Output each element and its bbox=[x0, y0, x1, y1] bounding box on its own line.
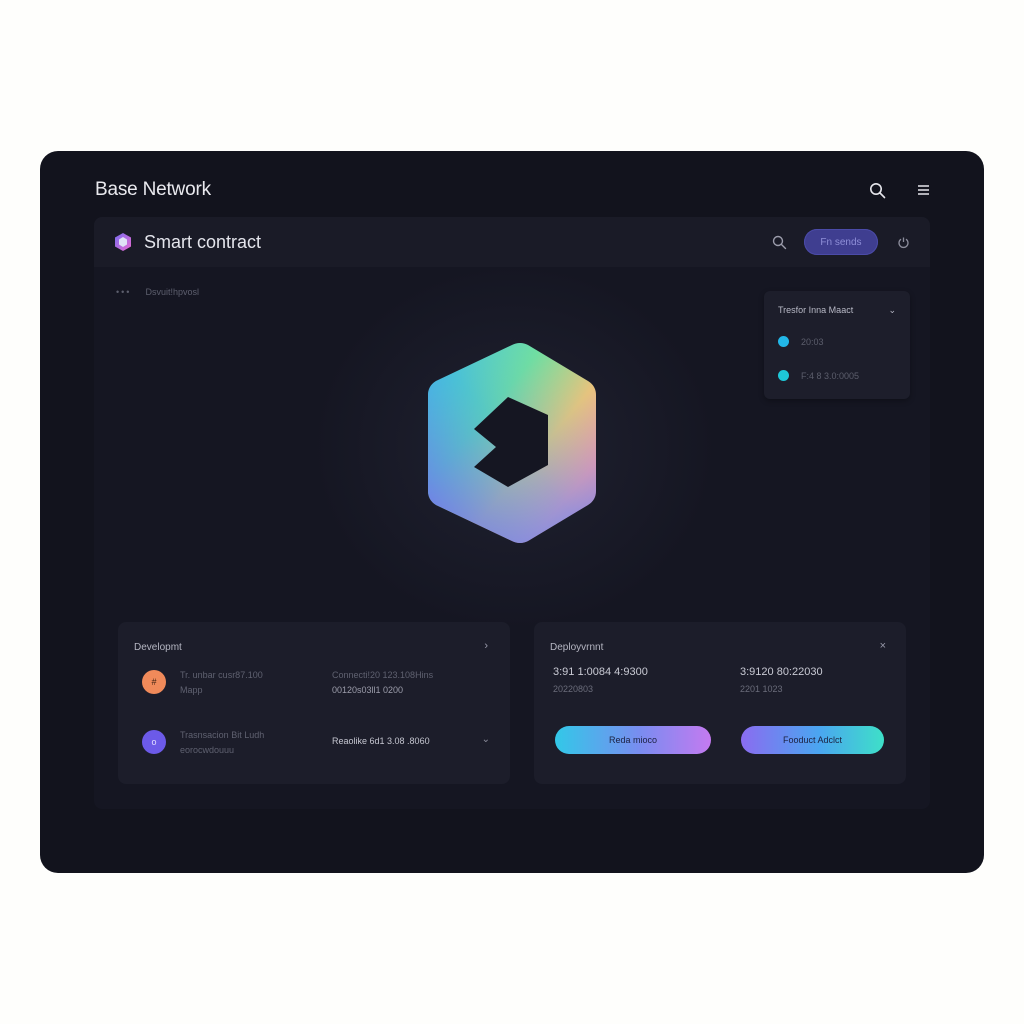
value-sub: 2201 1023 bbox=[740, 684, 783, 694]
search-icon[interactable] bbox=[866, 179, 888, 201]
deployment-value: 3:91 1:0084 4:9300 20220803 bbox=[553, 664, 648, 698]
list-item[interactable]: # Tr. unbar cusr87.100 Mapp Connecti!20 … bbox=[142, 664, 490, 704]
row-label: Tr. unbar cusr87.100 Mapp bbox=[180, 668, 263, 698]
status-dot bbox=[778, 370, 789, 381]
row-line: Tr. unbar cusr87.100 bbox=[180, 670, 263, 680]
chevron-right-icon[interactable]: › bbox=[484, 640, 488, 652]
network-card-title: Tresfor Inna Maact bbox=[778, 305, 854, 315]
card-title: Developmt bbox=[134, 642, 182, 653]
cube-logo-icon bbox=[115, 233, 131, 251]
breadcrumb-dots: ••• bbox=[116, 287, 132, 297]
row-line: Connecti!20 123.108Hins bbox=[332, 670, 434, 680]
main-panel: Smart contract Fn sends ••• Dsvuit!hpvos… bbox=[94, 217, 930, 809]
app-title: Base Network bbox=[95, 179, 211, 200]
panel-title: Smart contract bbox=[144, 231, 262, 252]
header-search-icon[interactable] bbox=[768, 231, 790, 253]
read-button[interactable]: Reda mioco bbox=[555, 726, 711, 754]
chevron-down-icon[interactable]: ⌄ bbox=[888, 305, 896, 316]
row-line: Trasnsacion Bit Ludh bbox=[180, 730, 265, 740]
row-line: 00120s03ll1 0200 bbox=[332, 685, 404, 695]
value-main: 3:91 1:0084 4:9300 bbox=[553, 666, 648, 678]
avatar: o bbox=[142, 730, 166, 754]
app-window: Base Network Smart contract Fn sends •••… bbox=[40, 151, 984, 873]
row-value: Connecti!20 123.108Hins 00120s03ll1 0200 bbox=[332, 668, 433, 698]
status-dot bbox=[778, 336, 789, 347]
network-item-label: F:4 8 3.0:0005 bbox=[801, 370, 860, 381]
hexagon-logo-icon bbox=[428, 343, 596, 543]
close-icon[interactable]: × bbox=[880, 640, 886, 652]
breadcrumb-label[interactable]: Dsvuit!hpvosl bbox=[145, 287, 199, 297]
row-value: Reaolike 6d1 3.08 .8060 bbox=[332, 734, 430, 749]
value-main: 3:9120 80:22030 bbox=[740, 666, 823, 678]
list-item[interactable]: o Trasnsacion Bit Ludh eorocwdouuu Reaol… bbox=[142, 724, 490, 764]
chevron-down-icon[interactable]: ⌄ bbox=[482, 734, 490, 745]
deployment-value: 3:9120 80:22030 2201 1023 bbox=[740, 664, 823, 698]
development-card: Developmt › # Tr. unbar cusr87.100 Mapp … bbox=[118, 622, 510, 784]
row-line: Reaolike 6d1 3.08 .8060 bbox=[332, 736, 430, 746]
row-line: Mapp bbox=[180, 685, 203, 695]
network-item[interactable]: 20:03 bbox=[778, 336, 824, 347]
row-line: eorocwdouuu bbox=[180, 745, 235, 755]
top-toolbar bbox=[866, 179, 934, 201]
network-item[interactable]: F:4 8 3.0:0005 bbox=[778, 370, 859, 381]
power-icon[interactable] bbox=[892, 231, 914, 253]
product-add-button[interactable]: Fooduct Adclct bbox=[741, 726, 884, 754]
card-title: Deployvrnnt bbox=[550, 642, 604, 653]
deployment-card: Deployvrnnt × 3:91 1:0084 4:9300 2022080… bbox=[534, 622, 906, 784]
value-sub: 20220803 bbox=[553, 684, 594, 694]
avatar: # bbox=[142, 670, 166, 694]
breadcrumb: ••• Dsvuit!hpvosl bbox=[116, 287, 199, 297]
row-label: Trasnsacion Bit Ludh eorocwdouuu bbox=[180, 728, 264, 758]
network-item-label: 20:03 bbox=[801, 336, 824, 347]
menu-icon[interactable] bbox=[912, 179, 934, 201]
network-card[interactable]: Tresfor Inna Maact ⌄ 20:03 F:4 8 3.0:000… bbox=[764, 291, 910, 399]
send-button[interactable]: Fn sends bbox=[804, 229, 878, 255]
